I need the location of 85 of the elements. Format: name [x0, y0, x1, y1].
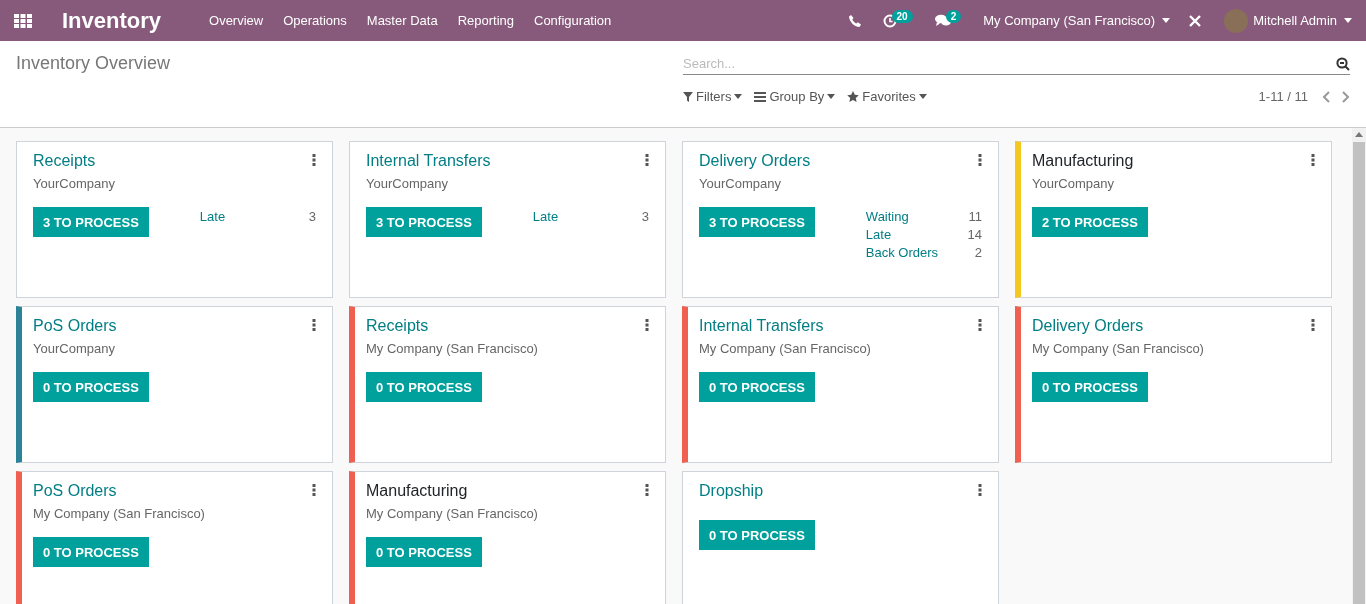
company-name: My Company (San Francisco) — [1032, 341, 1205, 356]
stat-link[interactable]: Waiting — [865, 209, 968, 224]
stat-link[interactable]: Late — [865, 227, 968, 242]
message-count-badge: 2 — [945, 10, 962, 23]
card-title[interactable]: Dropship — [699, 482, 764, 500]
to-process-button[interactable]: 0 TO PROCESS — [366, 537, 482, 567]
user-menu[interactable]: Mitchell Admin — [1253, 13, 1352, 28]
caret-icon — [1162, 18, 1171, 23]
to-process-button[interactable]: 3 TO PROCESS — [33, 207, 149, 237]
card-title[interactable]: Internal Transfers — [366, 152, 491, 170]
stat-link[interactable]: Back Orders — [865, 245, 968, 260]
kebab-menu-icon[interactable] — [1311, 154, 1315, 166]
to-process-button[interactable]: 0 TO PROCESS — [33, 372, 149, 402]
company-switcher[interactable]: My Company (San Francisco) — [983, 13, 1171, 28]
to-process-button[interactable]: 0 TO PROCESS — [366, 372, 482, 402]
card-title[interactable]: Receipts — [33, 152, 96, 170]
to-process-button[interactable]: 0 TO PROCESS — [699, 372, 815, 402]
card-title[interactable]: Manufacturing — [366, 482, 468, 500]
stat-link[interactable]: Late — [199, 209, 309, 224]
filter-dropdown[interactable]: Group By — [754, 89, 836, 104]
stat-count: 2 — [973, 245, 982, 260]
chevron-right-icon[interactable] — [1342, 90, 1350, 103]
card-title[interactable]: Internal Transfers — [699, 317, 824, 335]
company-name: YourCompany — [33, 176, 116, 191]
to-process-button[interactable]: 0 TO PROCESS — [1032, 372, 1148, 402]
star-icon — [847, 91, 860, 102]
kebab-menu-icon[interactable] — [312, 484, 316, 496]
list-icon — [754, 91, 767, 102]
filter-dropdown[interactable]: Favorites — [847, 89, 927, 104]
clock-icon[interactable] — [882, 13, 897, 28]
card-title[interactable]: Manufacturing — [1032, 152, 1134, 170]
card-title[interactable]: Receipts — [366, 317, 429, 335]
to-process-button[interactable]: 0 TO PROCESS — [33, 537, 149, 567]
caret-icon — [827, 94, 836, 99]
card-title[interactable]: PoS Orders — [33, 482, 117, 500]
company-name: YourCompany — [366, 176, 449, 191]
card-title[interactable]: Delivery Orders — [699, 152, 811, 170]
caret-icon — [734, 94, 743, 99]
to-process-button[interactable]: 0 TO PROCESS — [699, 520, 815, 550]
apps-menu-icon[interactable] — [14, 13, 32, 28]
company-name: YourCompany — [33, 341, 116, 356]
kebab-menu-icon[interactable] — [645, 319, 649, 331]
company-name: My Company (San Francisco) — [33, 506, 206, 521]
tools-icon[interactable] — [1188, 13, 1203, 28]
app-title: Inventory — [62, 7, 162, 34]
to-process-button[interactable]: 3 TO PROCESS — [699, 207, 815, 237]
menu-item[interactable]: Master Data — [366, 13, 438, 28]
to-process-button[interactable]: 3 TO PROCESS — [366, 207, 482, 237]
filter-dropdown[interactable]: Filters — [683, 89, 743, 104]
company-name: YourCompany — [699, 176, 782, 191]
company-name: YourCompany — [1032, 176, 1115, 191]
stat-count: 14 — [967, 227, 982, 242]
stat-link[interactable]: Late — [532, 209, 642, 224]
kebab-menu-icon[interactable] — [312, 154, 316, 166]
kebab-menu-icon[interactable] — [978, 154, 982, 166]
kebab-menu-icon[interactable] — [978, 484, 982, 496]
kebab-menu-icon[interactable] — [645, 484, 649, 496]
phone-icon[interactable] — [848, 14, 861, 27]
menu-item[interactable]: Operations — [283, 13, 347, 28]
menu-item[interactable]: Overview — [209, 13, 264, 28]
scrollbar-thumb[interactable] — [1353, 142, 1365, 604]
page-title: Inventory Overview — [16, 53, 171, 73]
kebab-menu-icon[interactable] — [312, 319, 316, 331]
menu-item[interactable]: Reporting — [457, 13, 514, 28]
company-name: My Company (San Francisco) — [366, 341, 539, 356]
to-process-button[interactable]: 2 TO PROCESS — [1032, 207, 1148, 237]
card-title[interactable]: Delivery Orders — [1032, 317, 1144, 335]
stat-count: 3 — [308, 209, 316, 224]
caret-icon — [918, 94, 927, 99]
activity-count-badge: 20 — [891, 10, 913, 23]
kebab-menu-icon[interactable] — [1311, 319, 1315, 331]
card-title[interactable]: PoS Orders — [33, 317, 117, 335]
company-name: My Company (San Francisco) — [366, 506, 539, 521]
kebab-menu-icon[interactable] — [978, 319, 982, 331]
menu-item[interactable]: Configuration — [534, 13, 612, 28]
pager-value: 1-11 / 11 — [1258, 89, 1308, 104]
filter-icon — [683, 91, 693, 102]
kebab-menu-icon[interactable] — [645, 154, 649, 166]
search-icon[interactable] — [1336, 57, 1350, 71]
chevron-left-icon[interactable] — [1322, 90, 1330, 103]
stat-count: 3 — [641, 209, 649, 224]
caret-icon — [1344, 18, 1352, 23]
search-field[interactable]: Search... — [683, 53, 1350, 75]
stat-count: 11 — [967, 209, 982, 224]
company-name: My Company (San Francisco) — [699, 341, 872, 356]
